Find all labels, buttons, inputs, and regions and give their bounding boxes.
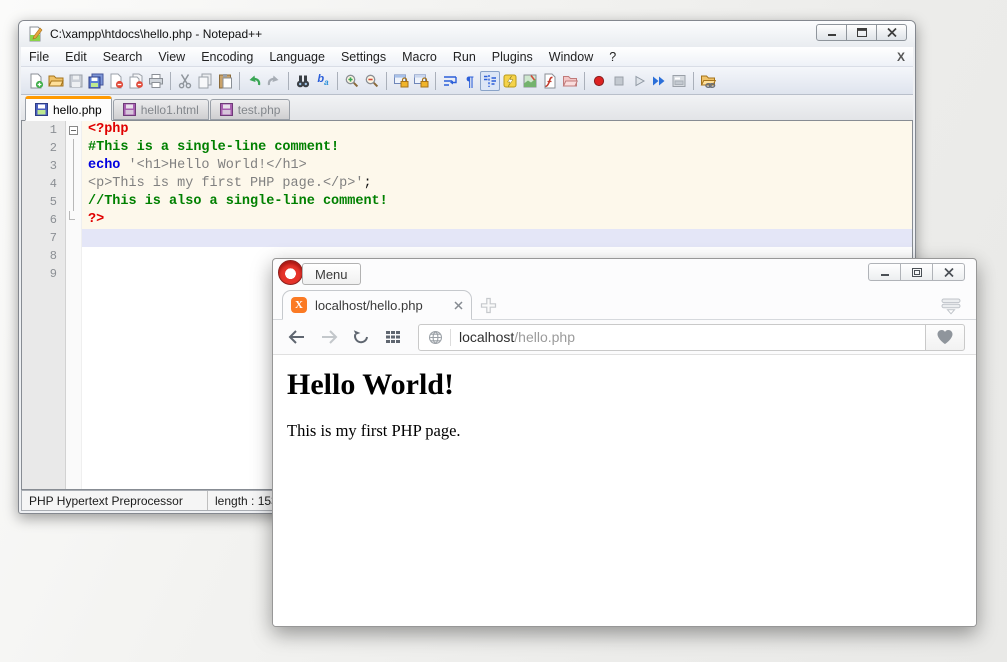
notepad-toolbar: ba ¶ (21, 67, 913, 95)
folder-as-workspace-icon[interactable] (560, 71, 580, 91)
function-list-icon[interactable] (540, 71, 560, 91)
tab-close-icon[interactable] (454, 301, 463, 310)
code-line: <p>This is my first PHP page.</p>'; (82, 175, 912, 193)
menu-view[interactable]: View (150, 49, 193, 65)
menu-window[interactable]: Window (541, 49, 601, 65)
page-paragraph: This is my first PHP page. (287, 421, 976, 441)
open-file-icon[interactable] (46, 71, 66, 91)
minimize-button[interactable] (868, 263, 901, 281)
minimize-button[interactable] (816, 24, 847, 41)
maximize-button[interactable] (846, 24, 877, 41)
menu-macro[interactable]: Macro (394, 49, 445, 65)
sync-vertical-scroll-icon[interactable] (391, 71, 411, 91)
macro-play-icon[interactable] (629, 71, 649, 91)
tab-title: localhost/hello.php (315, 298, 446, 313)
page-heading: Hello World! (287, 366, 976, 404)
site-globe-icon[interactable] (427, 329, 444, 346)
code-line-current (82, 229, 912, 247)
undo-icon[interactable] (244, 71, 264, 91)
notepad-titlebar[interactable]: C:\xampp\htdocs\hello.php - Notepad++ (19, 21, 915, 47)
menu-edit[interactable]: Edit (57, 49, 95, 65)
fold-margin[interactable] (66, 121, 82, 489)
close-document-icon[interactable]: X (897, 50, 905, 64)
menu-settings[interactable]: Settings (333, 49, 394, 65)
code-line: #This is a single-line comment! (82, 139, 912, 157)
sync-horizontal-scroll-icon[interactable] (411, 71, 431, 91)
menu-file[interactable]: File (21, 49, 57, 65)
copy-icon[interactable] (195, 71, 215, 91)
code-line: ?> (82, 211, 912, 229)
address-bar[interactable]: localhost/hello.php (418, 324, 926, 351)
address-path: /hello.php (514, 329, 575, 345)
opera-window: Menu X localhost/hello.php localhost/hel… (272, 258, 977, 627)
menu-encoding[interactable]: Encoding (193, 49, 261, 65)
window-title: C:\xampp\htdocs\hello.php - Notepad++ (50, 27, 262, 41)
save-icon[interactable] (66, 71, 86, 91)
macro-run-multiple-icon[interactable] (649, 71, 669, 91)
macro-record-icon[interactable] (589, 71, 609, 91)
document-map-icon[interactable] (520, 71, 540, 91)
replace-icon[interactable]: ba (313, 71, 333, 91)
notepad-app-icon (27, 26, 43, 42)
menu-run[interactable]: Run (445, 49, 484, 65)
close-icon[interactable] (106, 71, 126, 91)
browser-tab[interactable]: X localhost/hello.php (282, 290, 472, 320)
notepad-menubar: File Edit Search View Encoding Language … (21, 47, 913, 67)
notepad-tabbar: hello.php hello1.html test.php (21, 95, 913, 120)
address-host: localhost (459, 329, 514, 345)
cut-icon[interactable] (175, 71, 195, 91)
menu-language[interactable]: Language (261, 49, 333, 65)
fold-collapse-icon[interactable] (69, 126, 78, 135)
saved-file-icon (220, 103, 233, 116)
forward-icon[interactable] (316, 324, 342, 350)
close-all-icon[interactable] (126, 71, 146, 91)
code-line: //This is also a single-line comment! (82, 193, 912, 211)
xampp-favicon: X (291, 297, 307, 313)
line-number-gutter: 1 2 3 4 5 6 7 8 9 (22, 121, 66, 489)
opera-toolbar: localhost/hello.php (273, 320, 976, 355)
code-line: <?php (82, 121, 912, 139)
back-icon[interactable] (284, 324, 310, 350)
zoom-in-icon[interactable] (342, 71, 362, 91)
close-button[interactable] (932, 263, 965, 281)
new-tab-button[interactable] (480, 297, 497, 314)
function-completion-icon[interactable] (500, 71, 520, 91)
word-wrap-icon[interactable] (440, 71, 460, 91)
print-icon[interactable] (146, 71, 166, 91)
tab-test-php[interactable]: test.php (210, 99, 291, 120)
menu-help[interactable]: ? (601, 49, 624, 65)
tab-hello-php[interactable]: hello.php (25, 96, 112, 121)
new-file-icon[interactable] (26, 71, 46, 91)
opera-titlebar[interactable]: Menu (273, 259, 976, 289)
opera-logo-icon (278, 260, 303, 285)
browser-page: Hello World! This is my first PHP page. (273, 355, 976, 626)
speed-dial-icon[interactable] (380, 324, 406, 350)
find-icon[interactable] (293, 71, 313, 91)
bookmark-heart-icon[interactable] (925, 324, 965, 351)
tab-hello1-html[interactable]: hello1.html (113, 99, 209, 120)
macro-stop-icon[interactable] (609, 71, 629, 91)
code-line: echo '<h1>Hello World!</h1> (82, 157, 912, 175)
status-doc-type: PHP Hypertext Preprocessor (22, 491, 208, 510)
saved-file-icon (123, 103, 136, 116)
reload-icon[interactable] (348, 324, 374, 350)
opera-tabbar: X localhost/hello.php (273, 289, 976, 320)
opera-menu-button[interactable]: Menu (302, 263, 361, 285)
close-button[interactable] (876, 24, 907, 41)
tab-menu-icon[interactable] (940, 297, 962, 316)
macro-save-icon[interactable] (669, 71, 689, 91)
show-all-characters-icon[interactable]: ¶ (460, 71, 480, 91)
save-all-icon[interactable] (86, 71, 106, 91)
menu-search[interactable]: Search (95, 49, 151, 65)
maximize-button[interactable] (900, 263, 933, 281)
saved-file-icon (35, 103, 48, 116)
menu-plugins[interactable]: Plugins (484, 49, 541, 65)
zoom-out-icon[interactable] (362, 71, 382, 91)
paste-icon[interactable] (215, 71, 235, 91)
show-indent-guide-icon[interactable] (480, 71, 500, 91)
open-containing-folder-icon[interactable] (698, 71, 718, 91)
redo-icon[interactable] (264, 71, 284, 91)
